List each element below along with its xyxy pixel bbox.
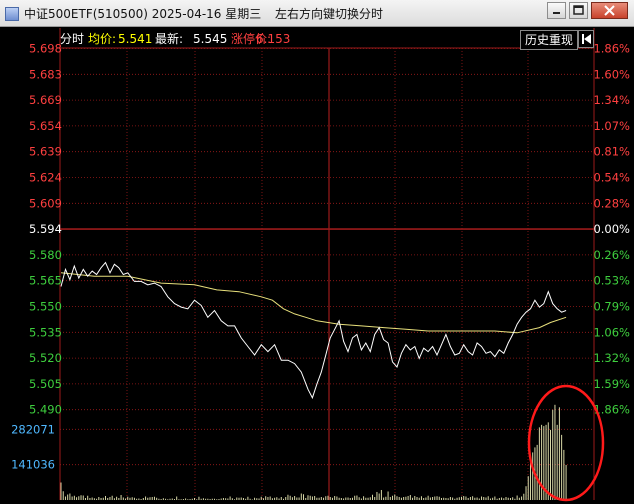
latest-price-value: 5.545: [193, 32, 227, 46]
price-tick-label: 5.535: [29, 325, 62, 339]
percent-tick-label: 1.06%: [593, 325, 630, 339]
intraday-chart[interactable]: 5.698 5.683 5.669 5.654 5.639 5.624 5.609 5.594…: [0, 27, 634, 504]
percent-tick-label: 1.59%: [593, 377, 630, 391]
volume-tick-label: 141036: [11, 458, 55, 472]
percent-tick-label: 0.53%: [593, 274, 630, 288]
minimize-button[interactable]: [547, 2, 566, 19]
percent-tick-label: 0.54%: [593, 171, 630, 185]
price-tick-label: 5.490: [29, 403, 62, 417]
title-bar: 中证500ETF(510500) 2025-04-16 星期三 左右方向键切换分…: [0, 0, 634, 27]
percent-tick-label: 0.79%: [593, 300, 630, 314]
price-tick-label: 5.520: [29, 351, 62, 365]
close-button[interactable]: [591, 2, 628, 19]
price-tick-label: 5.505: [29, 377, 62, 391]
percent-tick-label: 1.32%: [593, 351, 630, 365]
volume-axis: 282071 141036: [11, 422, 55, 471]
volume-tick-label: 282071: [11, 422, 55, 436]
close-icon: [604, 5, 615, 16]
skip-back-icon: [582, 34, 591, 44]
history-replay-button[interactable]: 历史重现: [520, 30, 579, 50]
percent-axis: 1.86% 1.60% 1.34% 1.07% 0.81% 0.54% 0.28% 0.00%…: [593, 42, 630, 417]
restore-icon: [573, 5, 584, 15]
volume-bars: [60, 404, 567, 500]
percent-tick-label: 0.26%: [593, 248, 630, 262]
price-tick-label: 5.609: [29, 196, 62, 210]
keyboard-hint: 左右方向键切换分时: [275, 7, 384, 21]
percent-tick-label: 1.34%: [593, 93, 630, 107]
price-tick-label: 5.654: [29, 119, 62, 133]
price-tick-label: 5.580: [29, 248, 62, 262]
percent-tick-label: 0.28%: [593, 196, 630, 210]
price-tick-label: 5.669: [29, 93, 62, 107]
price-tick-label: 5.683: [29, 67, 62, 81]
price-tick-label: 5.565: [29, 274, 62, 288]
percent-tick-label: 1.07%: [593, 119, 630, 133]
percent-tick-label: 0.00%: [593, 222, 630, 236]
minimize-icon: [553, 12, 560, 14]
chart-grid: [59, 28, 595, 500]
price-tick-label: 5.698: [29, 42, 62, 56]
price-axis: 5.698 5.683 5.669 5.654 5.639 5.624 5.609 5.594…: [29, 42, 62, 417]
limit-up-value: 6.153: [256, 32, 290, 46]
price-tick-label: 5.639: [29, 145, 62, 159]
percent-tick-label: 1.86%: [593, 42, 630, 56]
avg-price-value: 5.541: [118, 32, 152, 46]
price-tick-label: 5.594: [29, 222, 62, 236]
restore-button[interactable]: [569, 2, 588, 19]
price-tick-label: 5.624: [29, 171, 62, 185]
app-icon: [5, 7, 19, 21]
header-mode: 分时: [60, 32, 84, 46]
avg-price-label: 均价:: [88, 32, 116, 46]
price-tick-label: 5.550: [29, 300, 62, 314]
window-title: 中证500ETF(510500) 2025-04-16 星期三: [24, 7, 262, 21]
price-line: [60, 261, 567, 400]
percent-tick-label: 0.81%: [593, 145, 630, 159]
latest-price-label: 最新:: [155, 31, 183, 46]
percent-tick-label: 1.60%: [593, 67, 630, 81]
jump-to-start-button[interactable]: [578, 30, 594, 48]
